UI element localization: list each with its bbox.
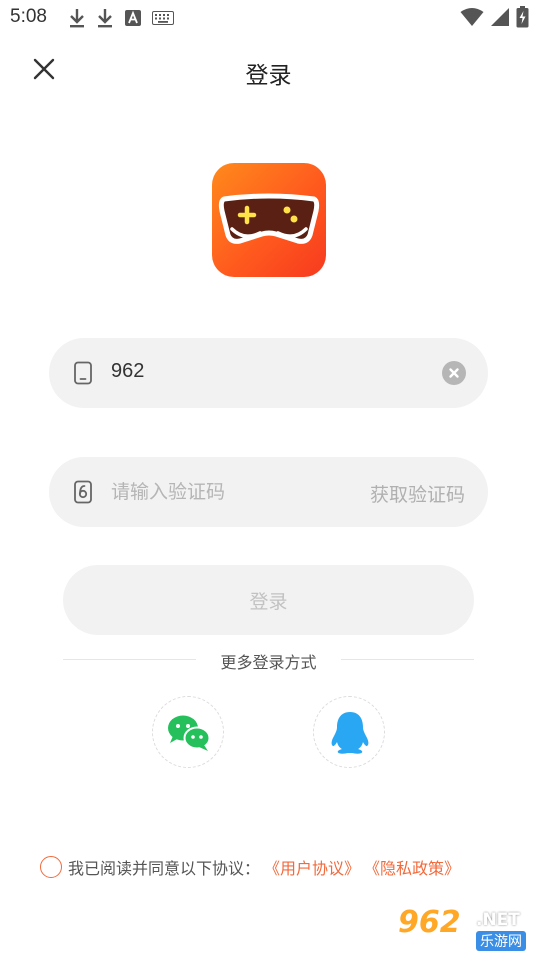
watermark-number: 962	[398, 905, 461, 940]
page-title: 登录	[245, 63, 292, 89]
keyboard-icon	[152, 11, 174, 25]
wechat-icon	[168, 715, 211, 751]
lock-icon	[74, 480, 92, 504]
code-field[interactable]: 获取验证码	[49, 457, 488, 527]
clear-icon	[449, 368, 459, 378]
watermark-site-name: 乐游网	[476, 931, 526, 951]
battery-charging-icon	[516, 6, 529, 28]
watermark-logo: 962 .NET 乐游网	[396, 905, 534, 952]
download-icon	[70, 9, 84, 28]
agreement-row: 我已阅读并同意以下协议： 《用户协议》 《隐私政策》	[40, 855, 460, 879]
status-time: 5:08	[10, 6, 47, 27]
signal-icon	[491, 8, 509, 26]
phone-field[interactable]: 962	[49, 338, 488, 408]
wifi-icon	[460, 8, 484, 26]
more-login-divider: 更多登录方式	[63, 648, 474, 672]
notification-icons	[68, 7, 174, 29]
clear-button[interactable]	[442, 361, 466, 385]
privacy-policy-link[interactable]: 《隐私政策》	[364, 855, 460, 879]
qq-login-button[interactable]	[313, 696, 385, 768]
watermark-domain: .NET	[476, 910, 520, 930]
code-input[interactable]	[111, 475, 341, 509]
app-logo	[212, 163, 326, 277]
system-icons	[460, 6, 529, 28]
divider-line-right	[341, 659, 474, 660]
qq-icon	[331, 712, 369, 754]
phone-icon	[74, 361, 92, 385]
get-code-button[interactable]: 获取验证码	[370, 480, 465, 507]
phone-value[interactable]: 962	[111, 360, 144, 383]
login-button[interactable]: 登录	[63, 565, 474, 635]
agree-checkbox[interactable]	[40, 856, 62, 878]
agreement-text: 我已阅读并同意以下协议：	[68, 859, 261, 878]
gamepad-icon	[218, 193, 320, 244]
user-agreement-link[interactable]: 《用户协议》	[264, 855, 360, 879]
wechat-login-button[interactable]	[152, 696, 224, 768]
more-login-label: 更多登录方式	[220, 653, 317, 672]
download-icon	[98, 9, 112, 28]
font-a-icon	[125, 10, 141, 26]
status-bar: 5:08	[0, 0, 537, 36]
